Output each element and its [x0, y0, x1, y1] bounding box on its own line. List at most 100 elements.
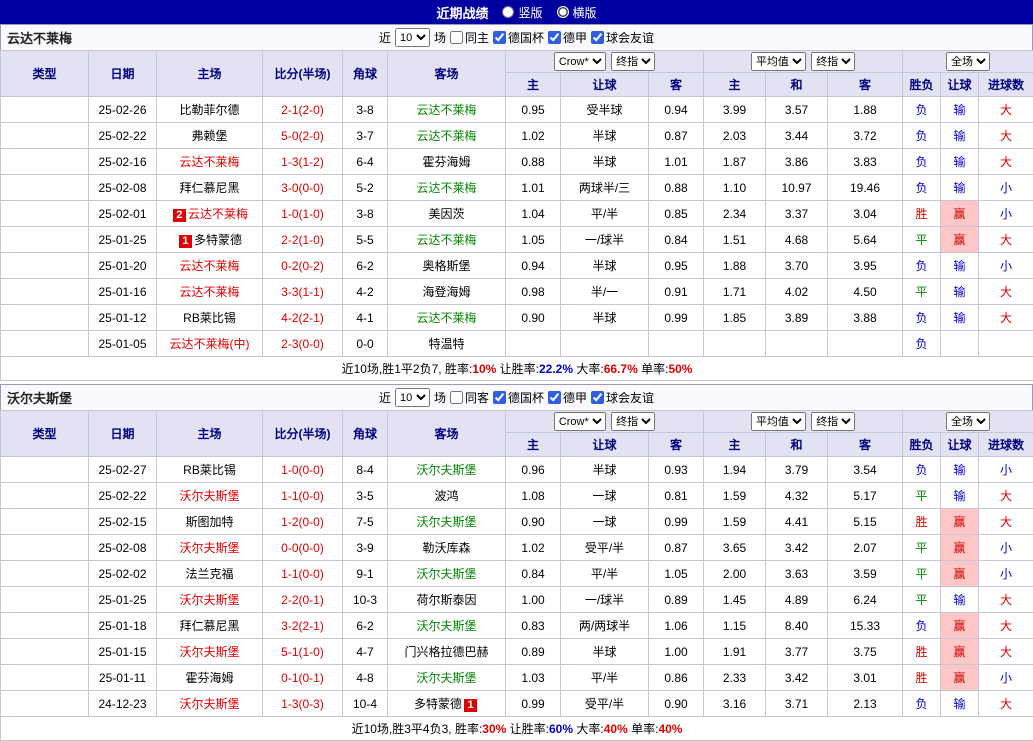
horizontal-radio[interactable] — [557, 6, 569, 18]
col-euro-home: 主 — [704, 73, 766, 97]
asian-home-odds: 0.98 — [506, 279, 561, 305]
home-team[interactable]: 沃尔夫斯堡 — [157, 483, 263, 509]
away-team[interactable]: 云达不莱梅 — [388, 227, 506, 253]
asian-home-odds: 1.01 — [506, 175, 561, 201]
away-team[interactable]: 荷尔斯泰因 — [388, 587, 506, 613]
home-team[interactable]: RB莱比锡 — [157, 457, 263, 483]
away-team[interactable]: 美因茨 — [388, 201, 506, 227]
competition-checkbox[interactable] — [548, 31, 561, 44]
asian-home-odds — [506, 331, 561, 357]
matches-table: 类型 日期 主场 比分(半场) 角球 客场 Crow* 终指 平均值 终指 — [0, 50, 1033, 381]
full-match-select[interactable]: 全场 — [946, 412, 990, 431]
away-team[interactable]: 沃尔夫斯堡 — [388, 665, 506, 691]
competition-checkbox[interactable] — [591, 31, 604, 44]
goals-result: 大 — [979, 639, 1033, 665]
home-team[interactable]: 1多特蒙德 — [157, 227, 263, 253]
home-team[interactable]: RB莱比锡 — [157, 305, 263, 331]
average-select[interactable]: 平均值 — [751, 52, 806, 71]
euro-final-odds-select[interactable]: 终指 — [811, 52, 855, 71]
competition-filter[interactable]: 球会友谊 — [591, 29, 654, 46]
competition-checkbox[interactable] — [493, 31, 506, 44]
average-select[interactable]: 平均值 — [751, 412, 806, 431]
same-side-checkbox[interactable] — [450, 391, 463, 404]
home-team[interactable]: 斯图加特 — [157, 509, 263, 535]
competition-checkbox[interactable] — [493, 391, 506, 404]
competition-checkbox[interactable] — [591, 391, 604, 404]
asian-final-odds-select[interactable]: 终指 — [611, 412, 655, 431]
home-team[interactable]: 云达不莱梅 — [157, 253, 263, 279]
table-row: 德甲 25-01-15 沃尔夫斯堡 5-1(1-0) 4-7 门兴格拉德巴赫 0… — [1, 639, 1033, 665]
handicap: 两/两球半 — [561, 613, 649, 639]
away-team[interactable]: 云达不莱梅 — [388, 175, 506, 201]
away-team[interactable]: 特温特 — [388, 331, 506, 357]
euro-home-odds: 2.34 — [704, 201, 766, 227]
summary-stat-value: 60% — [549, 722, 573, 736]
asian-home-odds: 0.99 — [506, 691, 561, 717]
asian-home-odds: 1.04 — [506, 201, 561, 227]
same-side-checkbox[interactable] — [450, 31, 463, 44]
odds-source-select[interactable]: Crow* — [554, 52, 606, 71]
vertical-radio[interactable] — [502, 6, 514, 18]
home-team[interactable]: 云达不莱梅(中) — [157, 331, 263, 357]
odds-source-select[interactable]: Crow* — [554, 412, 606, 431]
corners: 3-5 — [343, 483, 388, 509]
competition-filter[interactable]: 球会友谊 — [591, 389, 654, 406]
away-team[interactable]: 云达不莱梅 — [388, 305, 506, 331]
competition-filter[interactable]: 德甲 — [548, 389, 587, 406]
matches-table: 类型 日期 主场 比分(半场) 角球 客场 Crow* 终指 平均值 终指 — [0, 410, 1033, 741]
competition-filter[interactable]: 德国杯 — [493, 29, 544, 46]
home-team-name: 云达不莱梅 — [188, 207, 248, 221]
away-team[interactable]: 沃尔夫斯堡 — [388, 457, 506, 483]
away-team[interactable]: 霍芬海姆 — [388, 149, 506, 175]
home-team[interactable]: 沃尔夫斯堡 — [157, 535, 263, 561]
goals-result: 大 — [979, 123, 1033, 149]
asian-home-odds: 0.89 — [506, 639, 561, 665]
competition-filter[interactable]: 德甲 — [548, 29, 587, 46]
euro-home-odds: 1.87 — [704, 149, 766, 175]
home-team[interactable]: 霍芬海姆 — [157, 665, 263, 691]
away-team-name: 沃尔夫斯堡 — [416, 515, 476, 529]
section-summary: 近10场,胜1平2负7, 胜率:10% 让胜率:22.2% 大率:66.7% 单… — [1, 357, 1033, 381]
away-team[interactable]: 海登海姆 — [388, 279, 506, 305]
away-team[interactable]: 沃尔夫斯堡 — [388, 561, 506, 587]
home-team[interactable]: 法兰克福 — [157, 561, 263, 587]
match-count-select[interactable]: 10 — [395, 28, 430, 47]
home-team[interactable]: 沃尔夫斯堡 — [157, 587, 263, 613]
home-team[interactable]: 拜仁慕尼黑 — [157, 175, 263, 201]
away-team-name: 美因茨 — [428, 207, 464, 221]
away-team[interactable]: 奥格斯堡 — [388, 253, 506, 279]
home-team[interactable]: 2云达不莱梅 — [157, 201, 263, 227]
layout-option-horizontal[interactable]: 横版 — [557, 4, 597, 21]
score: 3-2(2-1) — [263, 613, 343, 639]
home-team[interactable]: 比勒菲尔德 — [157, 97, 263, 123]
competition-filter[interactable]: 德国杯 — [493, 389, 544, 406]
result: 平 — [903, 483, 941, 509]
layout-option-vertical[interactable]: 竖版 — [502, 4, 542, 21]
match-count-select[interactable]: 10 — [395, 388, 430, 407]
home-team[interactable]: 弗赖堡 — [157, 123, 263, 149]
asian-home-odds: 1.05 — [506, 227, 561, 253]
euro-final-odds-select[interactable]: 终指 — [811, 412, 855, 431]
away-team[interactable]: 沃尔夫斯堡 — [388, 509, 506, 535]
goals-result: 大 — [979, 279, 1033, 305]
home-team[interactable]: 沃尔夫斯堡 — [157, 639, 263, 665]
same-side-filter[interactable]: 同客 — [450, 389, 489, 406]
away-team[interactable]: 勒沃库森 — [388, 535, 506, 561]
asian-away-odds: 0.86 — [649, 665, 704, 691]
away-team[interactable]: 门兴格拉德巴赫 — [388, 639, 506, 665]
away-team[interactable]: 多特蒙德1 — [388, 691, 506, 717]
goals-result: 大 — [979, 613, 1033, 639]
competition-checkbox[interactable] — [548, 391, 561, 404]
asian-final-odds-select[interactable]: 终指 — [611, 52, 655, 71]
filter-controls: 近 10 场 同客 德国杯德甲球会友谊 — [379, 388, 654, 407]
away-team[interactable]: 沃尔夫斯堡 — [388, 613, 506, 639]
home-team[interactable]: 沃尔夫斯堡 — [157, 691, 263, 717]
away-team[interactable]: 波鸿 — [388, 483, 506, 509]
home-team[interactable]: 云达不莱梅 — [157, 149, 263, 175]
home-team[interactable]: 拜仁慕尼黑 — [157, 613, 263, 639]
away-team[interactable]: 云达不莱梅 — [388, 97, 506, 123]
full-match-select[interactable]: 全场 — [946, 52, 990, 71]
away-team[interactable]: 云达不莱梅 — [388, 123, 506, 149]
home-team[interactable]: 云达不莱梅 — [157, 279, 263, 305]
same-side-filter[interactable]: 同主 — [450, 29, 489, 46]
